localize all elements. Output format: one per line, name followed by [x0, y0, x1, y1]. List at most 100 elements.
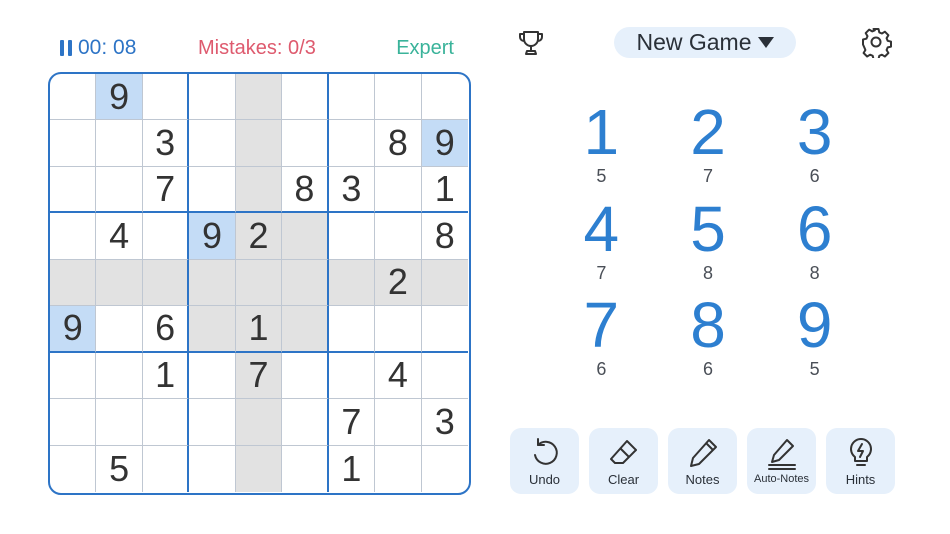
sudoku-cell-r7-c6[interactable]	[282, 352, 329, 400]
sudoku-cell-r4-c2[interactable]: 4	[96, 213, 143, 260]
sudoku-cell-r5-c6[interactable]	[282, 259, 329, 307]
sudoku-cell-r3-c6[interactable]: 8	[282, 166, 329, 214]
clear-button[interactable]: Clear	[589, 428, 658, 494]
sudoku-cell-r8-c1[interactable]	[50, 399, 97, 446]
timer-pause-button[interactable]: 00: 08	[60, 36, 136, 60]
sudoku-cell-r8-c6[interactable]	[282, 399, 329, 446]
sudoku-cell-r3-c1[interactable]	[50, 166, 97, 214]
sudoku-cell-r9-c3[interactable]	[143, 445, 190, 492]
sudoku-cell-r8-c4[interactable]	[189, 399, 236, 446]
sudoku-cell-r6-c3[interactable]: 6	[142, 306, 190, 353]
number-button-1[interactable]: 15	[548, 100, 655, 197]
number-button-2[interactable]: 27	[655, 100, 762, 197]
sudoku-cell-r1-c5[interactable]	[235, 74, 283, 121]
sudoku-cell-r7-c9[interactable]	[421, 353, 468, 400]
sudoku-cell-r1-c1[interactable]	[50, 74, 97, 121]
sudoku-cell-r5-c2[interactable]	[96, 259, 143, 307]
sudoku-cell-r8-c8[interactable]	[375, 399, 422, 446]
sudoku-grid: 93897831492829611747351	[50, 74, 468, 492]
sudoku-cell-r7-c8[interactable]: 4	[375, 352, 422, 400]
sudoku-cell-r7-c4[interactable]	[189, 352, 236, 400]
sudoku-cell-r4-c7[interactable]	[328, 213, 376, 260]
number-button-5[interactable]: 58	[655, 197, 762, 294]
sudoku-cell-r3-c7[interactable]: 3	[328, 166, 376, 214]
sudoku-cell-r5-c7[interactable]	[328, 259, 376, 307]
sudoku-cell-r8-c2[interactable]	[96, 399, 143, 446]
sudoku-cell-r6-c1[interactable]: 9	[50, 306, 97, 353]
sudoku-cell-r1-c4[interactable]	[189, 74, 236, 121]
notes-button[interactable]: Notes	[668, 428, 737, 494]
sudoku-cell-r3-c9[interactable]: 1	[421, 167, 468, 214]
sudoku-cell-r4-c5[interactable]: 2	[235, 213, 283, 260]
sudoku-cell-r5-c5[interactable]	[235, 259, 283, 307]
sudoku-cell-r8-c5[interactable]	[235, 399, 283, 446]
sudoku-cell-r3-c4[interactable]	[189, 166, 236, 214]
sudoku-cell-r2-c2[interactable]	[96, 120, 143, 167]
hints-button[interactable]: Hints	[826, 428, 895, 494]
sudoku-cell-r3-c8[interactable]	[375, 166, 422, 214]
sudoku-cell-r5-c9[interactable]	[421, 259, 468, 307]
new-game-dropdown[interactable]: New Game	[614, 27, 796, 58]
sudoku-cell-r8-c3[interactable]	[142, 399, 190, 446]
sudoku-cell-r4-c8[interactable]	[375, 213, 422, 260]
sudoku-cell-r3-c5[interactable]	[235, 166, 283, 214]
number-button-8[interactable]: 86	[655, 293, 762, 390]
sudoku-cell-r1-c2[interactable]: 9	[96, 74, 143, 121]
gear-icon[interactable]	[860, 26, 892, 58]
sudoku-cell-r2-c1[interactable]	[50, 120, 97, 167]
sudoku-cell-r6-c5[interactable]: 1	[235, 306, 283, 353]
sudoku-cell-r8-c9[interactable]: 3	[421, 399, 468, 446]
sudoku-cell-r2-c6[interactable]	[282, 120, 329, 167]
number-button-7[interactable]: 76	[548, 293, 655, 390]
sudoku-cell-r2-c9[interactable]: 9	[421, 120, 468, 167]
number-button-6[interactable]: 68	[761, 197, 868, 294]
sudoku-cell-r2-c5[interactable]	[235, 120, 283, 167]
sudoku-cell-r9-c5[interactable]	[235, 445, 283, 492]
sudoku-cell-r6-c7[interactable]	[328, 306, 376, 353]
sudoku-cell-r6-c2[interactable]	[96, 306, 143, 353]
number-button-4[interactable]: 47	[548, 197, 655, 294]
sudoku-cell-r5-c3[interactable]	[142, 259, 190, 307]
sudoku-cell-r7-c5[interactable]: 7	[235, 352, 283, 400]
sudoku-cell-r1-c7[interactable]	[328, 74, 376, 121]
sudoku-cell-r6-c6[interactable]	[282, 306, 329, 353]
sudoku-cell-r4-c1[interactable]	[50, 213, 97, 260]
sudoku-cell-r9-c8[interactable]	[375, 445, 422, 492]
sudoku-cell-r4-c3[interactable]	[142, 213, 190, 260]
sudoku-cell-r9-c9[interactable]	[422, 446, 468, 492]
sudoku-cell-r2-c8[interactable]: 8	[375, 120, 422, 167]
sudoku-cell-r9-c1[interactable]	[50, 445, 97, 492]
sudoku-cell-r2-c7[interactable]	[328, 120, 376, 167]
sudoku-cell-r9-c7[interactable]: 1	[329, 445, 376, 492]
number-button-3[interactable]: 36	[761, 100, 868, 197]
sudoku-cell-r6-c8[interactable]	[375, 306, 422, 353]
sudoku-cell-r5-c8[interactable]: 2	[375, 259, 422, 307]
trophy-icon[interactable]	[515, 27, 547, 59]
sudoku-cell-r4-c6[interactable]	[282, 213, 329, 260]
sudoku-cell-r4-c9[interactable]: 8	[421, 213, 468, 260]
sudoku-cell-r1-c6[interactable]	[282, 74, 329, 121]
undo-button[interactable]: Undo	[510, 428, 579, 494]
sudoku-cell-r7-c1[interactable]	[50, 352, 97, 400]
sudoku-cell-r2-c3[interactable]: 3	[142, 120, 190, 167]
sudoku-cell-r3-c2[interactable]	[96, 166, 143, 214]
sudoku-cell-r5-c4[interactable]	[189, 259, 236, 307]
sudoku-cell-r5-c1[interactable]	[50, 259, 97, 307]
sudoku-cell-r7-c2[interactable]	[96, 352, 143, 400]
sudoku-cell-r1-c9[interactable]	[421, 74, 468, 121]
sudoku-cell-r2-c4[interactable]	[189, 120, 236, 167]
sudoku-cell-r9-c4[interactable]	[189, 445, 236, 492]
sudoku-cell-r3-c3[interactable]: 7	[142, 166, 190, 214]
sudoku-cell-r9-c2[interactable]: 5	[96, 445, 143, 492]
auto-notes-button[interactable]: Auto-Notes	[747, 428, 816, 494]
sudoku-cell-r4-c4[interactable]: 9	[189, 213, 236, 260]
sudoku-cell-r1-c3[interactable]	[142, 74, 190, 121]
number-button-9[interactable]: 95	[761, 293, 868, 390]
sudoku-cell-r6-c4[interactable]	[189, 306, 236, 353]
sudoku-cell-r7-c7[interactable]	[328, 352, 376, 400]
sudoku-cell-r6-c9[interactable]	[421, 306, 468, 353]
sudoku-cell-r7-c3[interactable]: 1	[142, 352, 190, 400]
sudoku-cell-r9-c6[interactable]	[282, 445, 329, 492]
sudoku-cell-r1-c8[interactable]	[375, 74, 422, 121]
sudoku-cell-r8-c7[interactable]: 7	[328, 399, 376, 446]
